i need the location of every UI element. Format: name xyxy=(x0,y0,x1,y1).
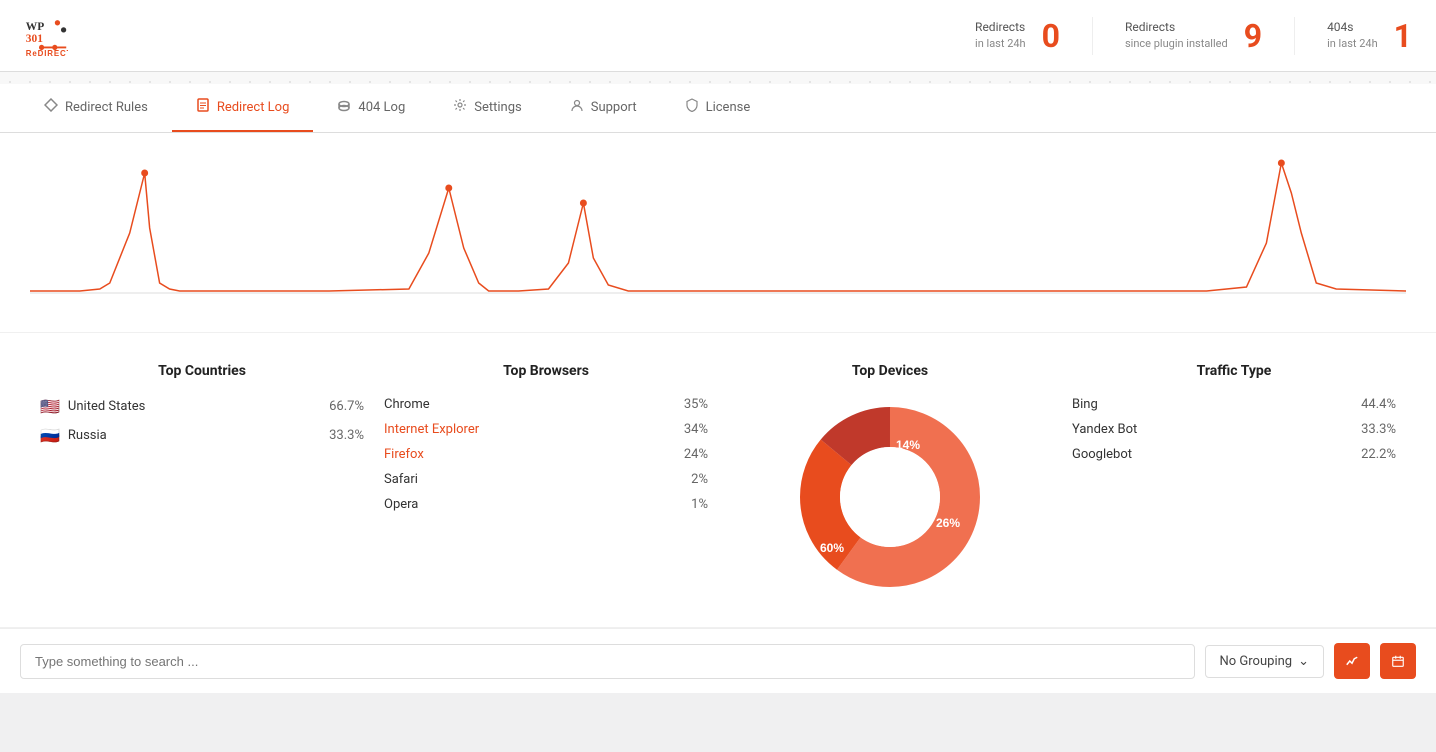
traffic-pct-bing: 44.4% xyxy=(1361,397,1396,412)
stats-grid: Top Countries 🇺🇸 United States 66.7% 🇷🇺 … xyxy=(0,333,1436,628)
list-item: Firefox 24% xyxy=(384,447,708,462)
donut-chart: 60% 26% 14% xyxy=(790,397,990,597)
grouping-select[interactable]: No Grouping ⌄ xyxy=(1205,645,1324,678)
stat-redirects-24h-label: Redirects xyxy=(975,19,1026,36)
404-log-icon xyxy=(337,98,351,116)
traffic-name-yandex: Yandex Bot xyxy=(1072,422,1353,437)
ru-flag-icon: 🇷🇺 xyxy=(40,426,60,445)
country-pct-us: 66.7% xyxy=(329,399,364,414)
search-input[interactable] xyxy=(20,644,1195,679)
search-bar: No Grouping ⌄ xyxy=(0,628,1436,693)
browser-name-opera: Opera xyxy=(384,497,683,512)
stat-404s-24h: 404s in last 24h 1 xyxy=(1294,17,1412,55)
redirect-rules-icon xyxy=(44,98,58,116)
redirect-log-icon xyxy=(196,98,210,116)
svg-text:ReDIRECTS: ReDIRECTS xyxy=(26,49,68,58)
country-name-us: United States xyxy=(68,399,321,414)
svg-text:26%: 26% xyxy=(936,516,960,530)
top-countries-list: 🇺🇸 United States 66.7% 🇷🇺 Russia 33.3% xyxy=(40,397,364,445)
chart-view-button[interactable] xyxy=(1334,643,1370,679)
tab-support[interactable]: Support xyxy=(546,84,661,132)
traffic-name-bing: Bing xyxy=(1072,397,1353,412)
license-icon xyxy=(685,98,699,116)
tab-redirect-rules[interactable]: Redirect Rules xyxy=(20,84,172,132)
settings-icon xyxy=(453,98,467,116)
support-icon xyxy=(570,98,584,116)
country-name-ru: Russia xyxy=(68,428,321,443)
tab-license[interactable]: License xyxy=(661,84,775,132)
chevron-down-icon: ⌄ xyxy=(1298,654,1309,669)
tab-settings-label: Settings xyxy=(474,100,521,115)
list-item: Bing 44.4% xyxy=(1072,397,1396,412)
traffic-type-section: Traffic Type Bing 44.4% Yandex Bot 33.3%… xyxy=(1072,363,1396,597)
svg-text:60%: 60% xyxy=(820,541,844,555)
calendar-icon xyxy=(1392,653,1404,669)
main-content: Top Countries 🇺🇸 United States 66.7% 🇷🇺 … xyxy=(0,133,1436,693)
traffic-pct-googlebot: 22.2% xyxy=(1361,447,1396,462)
traffic-type-list: Bing 44.4% Yandex Bot 33.3% Googlebot 22… xyxy=(1072,397,1396,462)
stat-redirects-total-value: 9 xyxy=(1244,17,1262,55)
grouping-label: No Grouping xyxy=(1220,654,1293,669)
traffic-pct-yandex: 33.3% xyxy=(1361,422,1396,437)
top-countries-title: Top Countries xyxy=(40,363,364,379)
stat-redirects-24h: Redirects in last 24h 0 xyxy=(975,17,1060,55)
stat-redirects-total-label: Redirects xyxy=(1125,19,1228,36)
tab-404-log-label: 404 Log xyxy=(358,100,405,115)
browser-pct-safari: 2% xyxy=(691,472,708,487)
list-item: Safari 2% xyxy=(384,472,708,487)
stat-redirects-total-sublabel: since plugin installed xyxy=(1125,36,1228,51)
list-item: 🇷🇺 Russia 33.3% xyxy=(40,426,364,445)
tab-redirect-rules-label: Redirect Rules xyxy=(65,100,148,115)
browser-name-firefox: Firefox xyxy=(384,447,676,462)
browser-pct-ie: 34% xyxy=(684,422,708,437)
line-chart-container xyxy=(0,133,1436,333)
list-item: Yandex Bot 33.3% xyxy=(1072,422,1396,437)
tab-license-label: License xyxy=(706,100,751,115)
list-item: Opera 1% xyxy=(384,497,708,512)
top-browsers-list: Chrome 35% Internet Explorer 34% Firefox… xyxy=(384,397,708,512)
us-flag-icon: 🇺🇸 xyxy=(40,397,60,416)
svg-text:WP: WP xyxy=(26,20,44,32)
dotted-separator xyxy=(0,72,1436,84)
tab-redirect-log[interactable]: Redirect Log xyxy=(172,84,314,132)
list-item: Googlebot 22.2% xyxy=(1072,447,1396,462)
calendar-button[interactable] xyxy=(1380,643,1416,679)
top-devices-title: Top Devices xyxy=(728,363,1052,379)
list-item: Chrome 35% xyxy=(384,397,708,412)
browser-name-safari: Safari xyxy=(384,472,683,487)
browser-pct-chrome: 35% xyxy=(684,397,708,412)
stat-404s-24h-label: 404s xyxy=(1327,19,1378,36)
browser-pct-firefox: 24% xyxy=(684,447,708,462)
browser-pct-opera: 1% xyxy=(691,497,708,512)
svg-text:14%: 14% xyxy=(896,438,920,452)
stat-404s-24h-value: 1 xyxy=(1394,17,1412,55)
list-item: Internet Explorer 34% xyxy=(384,422,708,437)
list-item: 🇺🇸 United States 66.7% xyxy=(40,397,364,416)
tab-settings[interactable]: Settings xyxy=(429,84,545,132)
top-devices-section: Top Devices 60% 26% 14% xyxy=(728,363,1052,597)
stat-redirects-total: Redirects since plugin installed 9 xyxy=(1092,17,1262,55)
nav-tabs: Redirect Rules Redirect Log 404 Log xyxy=(0,84,1436,133)
top-browsers-title: Top Browsers xyxy=(384,363,708,379)
browser-name-ie: Internet Explorer xyxy=(384,422,676,437)
browser-name-chrome: Chrome xyxy=(384,397,676,412)
traffic-name-googlebot: Googlebot xyxy=(1072,447,1353,462)
stat-404s-24h-sublabel: in last 24h xyxy=(1327,36,1378,51)
tab-404-log[interactable]: 404 Log xyxy=(313,84,429,132)
tab-redirect-log-label: Redirect Log xyxy=(217,100,290,115)
country-pct-ru: 33.3% xyxy=(329,428,364,443)
stat-redirects-24h-value: 0 xyxy=(1042,17,1060,55)
tab-support-label: Support xyxy=(591,100,637,115)
top-countries-section: Top Countries 🇺🇸 United States 66.7% 🇷🇺 … xyxy=(40,363,364,597)
logo: WP 301 ReDIRECTS xyxy=(24,14,72,58)
donut-chart-wrap: 60% 26% 14% xyxy=(728,397,1052,597)
stat-redirects-24h-sublabel: in last 24h xyxy=(975,36,1026,51)
header: WP 301 ReDIRECTS Redirects in last 24h 0… xyxy=(0,0,1436,72)
line-chart-icon xyxy=(1346,653,1358,669)
top-browsers-section: Top Browsers Chrome 35% Internet Explore… xyxy=(384,363,708,597)
header-stats: Redirects in last 24h 0 Redirects since … xyxy=(975,17,1412,55)
line-chart xyxy=(30,153,1406,313)
svg-text:301: 301 xyxy=(26,33,43,45)
traffic-type-title: Traffic Type xyxy=(1072,363,1396,379)
